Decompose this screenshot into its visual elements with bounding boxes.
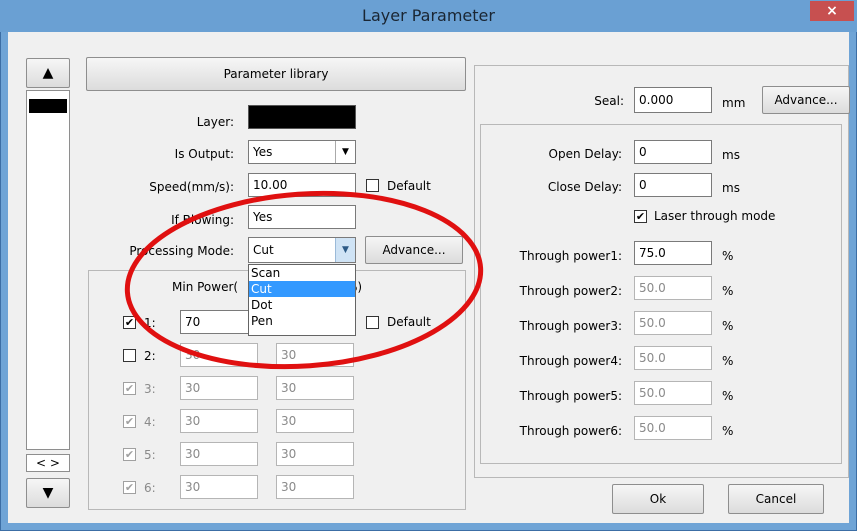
power-row-checkbox[interactable]: ✔ (123, 382, 136, 395)
open-delay-unit: ms (722, 148, 740, 162)
parameter-library-button[interactable]: Parameter library (86, 57, 466, 91)
max-power-input[interactable]: 30 (276, 475, 354, 499)
power-row-checkbox[interactable]: ✔ (123, 448, 136, 461)
window-title: Layer Parameter (362, 6, 495, 25)
laser-through-checkbox[interactable]: ✔ (634, 210, 647, 223)
through-power-label: Through power3: (519, 319, 622, 333)
open-delay-input[interactable]: 0 (634, 140, 712, 164)
through-power-input[interactable]: 50.0 (634, 276, 712, 300)
scroll-down-button[interactable]: ▼ (26, 478, 70, 508)
through-power-label: Through power5: (519, 389, 622, 403)
layer-color-swatch[interactable] (248, 105, 356, 129)
laser-through-label: Laser through mode (654, 209, 776, 223)
power-row-number: 3: (144, 382, 156, 396)
seal-advance-button[interactable]: Advance... (762, 86, 850, 114)
through-power-label: Through power1: (519, 249, 622, 263)
max-power-input[interactable]: 30 (276, 376, 354, 400)
power-row-number: 6: (144, 481, 156, 495)
close-delay-input[interactable]: 0 (634, 173, 712, 197)
is-output-select[interactable]: Yes ▼ (248, 140, 356, 164)
cancel-button[interactable]: Cancel (728, 484, 824, 514)
ok-button[interactable]: Ok (612, 484, 704, 514)
through-power-input[interactable]: 75.0 (634, 241, 712, 265)
open-delay-label: Open Delay: (548, 147, 622, 161)
layer-list[interactable] (26, 90, 70, 450)
min-power-input[interactable]: 30 (180, 442, 258, 466)
layer-list-item[interactable] (29, 99, 67, 113)
close-button[interactable]: × (810, 1, 854, 21)
through-power-input[interactable]: 50.0 (634, 311, 712, 335)
through-power-unit: % (722, 354, 734, 368)
through-power-label: Through power4: (519, 354, 622, 368)
is-output-label: Is Output: (174, 147, 234, 161)
through-power-label: Through power6: (519, 424, 622, 438)
power-row-checkbox[interactable]: ✔ (123, 415, 136, 428)
is-output-value: Yes (253, 145, 273, 159)
chevron-down-icon[interactable]: ▼ (335, 141, 355, 163)
through-power-unit: % (722, 284, 734, 298)
seal-input[interactable]: 0.000 (634, 87, 712, 113)
horizontal-scroll[interactable]: < > (26, 454, 70, 472)
power-row-number: 5: (144, 448, 156, 462)
max-power-input[interactable]: 30 (276, 409, 354, 433)
through-power-unit: % (722, 249, 734, 263)
through-power-label: Through power2: (519, 284, 622, 298)
through-power-input[interactable]: 50.0 (634, 416, 712, 440)
seal-label: Seal: (594, 94, 624, 108)
seal-unit: mm (722, 96, 746, 110)
power-row-number: 4: (144, 415, 156, 429)
through-power-unit: % (722, 389, 734, 403)
power-row-checkbox[interactable]: ✔ (123, 481, 136, 494)
min-power-input[interactable]: 30 (180, 475, 258, 499)
through-power-input[interactable]: 50.0 (634, 381, 712, 405)
through-power-unit: % (722, 424, 734, 438)
close-delay-label: Close Delay: (547, 180, 622, 194)
max-power-input[interactable]: 30 (276, 442, 354, 466)
highlight-ellipse (124, 190, 484, 370)
close-delay-unit: ms (722, 181, 740, 195)
min-power-input[interactable]: 30 (180, 409, 258, 433)
layer-label: Layer: (196, 115, 234, 129)
through-power-input[interactable]: 50.0 (634, 346, 712, 370)
min-power-input[interactable]: 30 (180, 376, 258, 400)
scroll-up-button[interactable]: ▲ (26, 58, 70, 88)
through-power-unit: % (722, 319, 734, 333)
